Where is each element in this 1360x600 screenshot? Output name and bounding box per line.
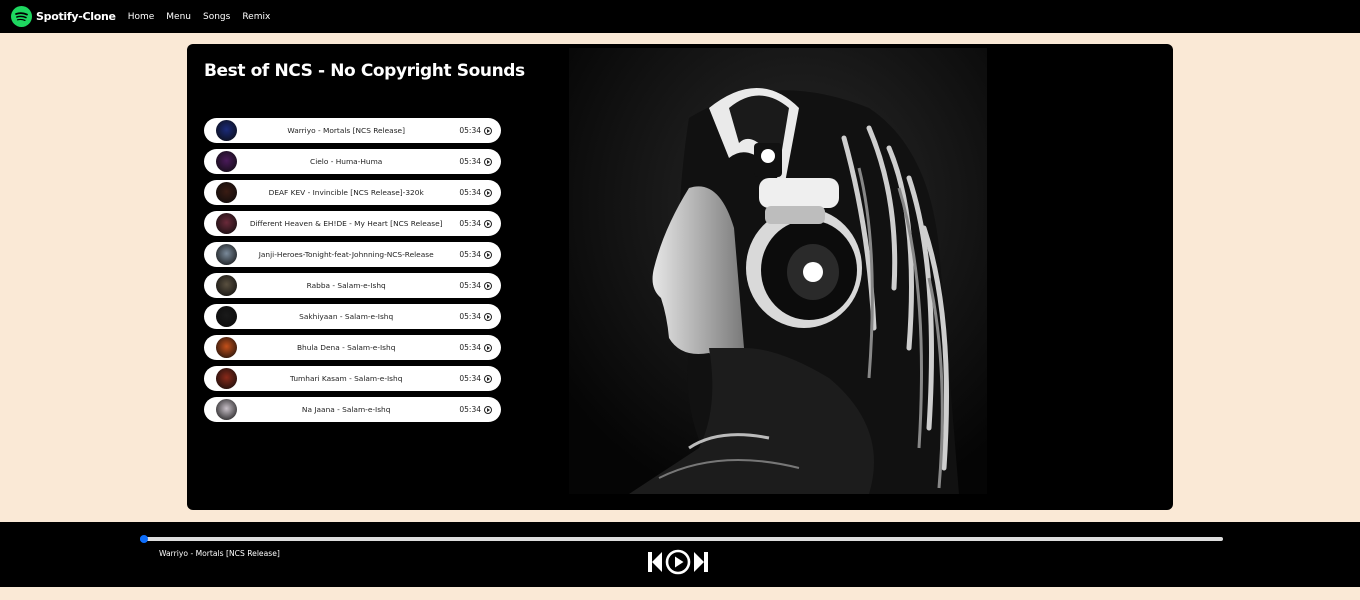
brand[interactable]: Spotify-Clone (11, 6, 116, 27)
song-thumbnail (216, 244, 237, 265)
song-item[interactable]: Cielo - Huma-Huma 05:34 (204, 149, 501, 174)
song-duration: 05:34 (459, 281, 481, 290)
song-item[interactable]: Different Heaven & EH!DE - My Heart [NCS… (204, 211, 501, 236)
song-thumbnail (216, 213, 237, 234)
player-bar: Warriyo - Mortals [NCS Release] (0, 522, 1360, 587)
playlist-container: Best of NCS - No Copyright Sounds Warriy… (187, 44, 1173, 510)
song-thumbnail (216, 182, 237, 203)
song-item[interactable]: Sakhiyaan - Salam-e-Ishq 05:34 (204, 304, 501, 329)
playlist-title: Best of NCS - No Copyright Sounds (204, 61, 525, 81)
progress-handle[interactable] (140, 535, 149, 543)
nav-link-remix[interactable]: Remix (242, 12, 270, 22)
song-thumbnail (216, 120, 237, 141)
song-duration: 05:34 (459, 250, 481, 259)
song-duration: 05:34 (459, 312, 481, 321)
song-item[interactable]: DEAF KEV - Invincible [NCS Release]-320k… (204, 180, 501, 205)
play-circle-icon[interactable] (484, 343, 492, 352)
song-item[interactable]: Bhula Dena - Salam-e-Ishq 05:34 (204, 335, 501, 360)
song-name: Different Heaven & EH!DE - My Heart [NCS… (249, 219, 443, 228)
song-name: Janji-Heroes-Tonight-feat-Johnning-NCS-R… (258, 250, 434, 259)
song-duration: 05:34 (459, 126, 481, 135)
brand-name: Spotify-Clone (36, 10, 116, 23)
spotify-logo-icon (11, 6, 32, 27)
play-circle-icon[interactable] (484, 374, 492, 383)
song-thumbnail (216, 151, 237, 172)
song-item[interactable]: Tumhari Kasam - Salam-e-Ishq 05:34 (204, 366, 501, 391)
skip-forward-icon[interactable] (693, 551, 709, 573)
song-duration: 05:34 (459, 157, 481, 166)
song-name: Tumhari Kasam - Salam-e-Ishq (289, 374, 403, 383)
play-circle-icon[interactable] (484, 250, 492, 259)
play-circle-icon[interactable] (484, 157, 492, 166)
play-circle-icon[interactable] (484, 126, 492, 135)
song-item[interactable]: Janji-Heroes-Tonight-feat-Johnning-NCS-R… (204, 242, 501, 267)
now-playing-title: Warriyo - Mortals [NCS Release] (159, 549, 280, 558)
song-duration: 05:34 (459, 343, 481, 352)
song-item[interactable]: Rabba - Salam-e-Ishq 05:34 (204, 273, 501, 298)
play-circle-icon[interactable] (484, 405, 492, 414)
song-duration: 05:34 (459, 374, 481, 383)
nav-link-home[interactable]: Home (128, 12, 155, 22)
play-circle-icon[interactable] (484, 188, 492, 197)
play-circle-icon[interactable] (484, 312, 492, 321)
play-circle-icon[interactable] (665, 549, 691, 575)
song-item[interactable]: Warriyo - Mortals [NCS Release] 05:34 (204, 118, 501, 143)
song-name: Bhula Dena - Salam-e-Ishq (296, 343, 396, 352)
nav-link-menu[interactable]: Menu (166, 12, 191, 22)
progress-bar[interactable] (140, 535, 1223, 543)
song-thumbnail (216, 368, 237, 389)
song-name: DEAF KEV - Invincible [NCS Release]-320k (268, 188, 424, 197)
song-name: Cielo - Huma-Huma (310, 157, 383, 166)
song-duration: 05:34 (459, 405, 481, 414)
song-duration: 05:34 (459, 219, 481, 228)
song-item[interactable]: Na Jaana - Salam-e-Ishq 05:34 (204, 397, 501, 422)
song-thumbnail (216, 399, 237, 420)
song-thumbnail (216, 306, 237, 327)
song-name: Rabba - Salam-e-Ishq (306, 281, 386, 290)
song-duration: 05:34 (459, 188, 481, 197)
player-controls (647, 549, 709, 575)
song-name: Sakhiyaan - Salam-e-Ishq (299, 312, 394, 321)
play-circle-icon[interactable] (484, 281, 492, 290)
song-thumbnail (216, 275, 237, 296)
song-list: Warriyo - Mortals [NCS Release] 05:34 Ciel… (204, 118, 501, 428)
skip-back-icon[interactable] (647, 551, 663, 573)
play-circle-icon[interactable] (484, 219, 492, 228)
song-thumbnail (216, 337, 237, 358)
nav-link-songs[interactable]: Songs (203, 12, 230, 22)
song-name: Na Jaana - Salam-e-Ishq (301, 405, 391, 414)
album-cover-image (569, 48, 987, 494)
navbar: Spotify-Clone Home Menu Songs Remix (0, 0, 1360, 33)
song-name: Warriyo - Mortals [NCS Release] (287, 126, 405, 135)
